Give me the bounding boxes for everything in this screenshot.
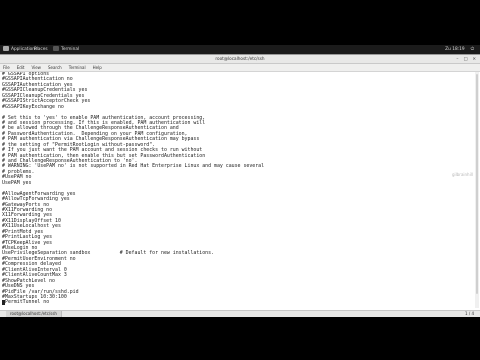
taskbar-window-item[interactable]: root@localhost:/etc/ssh bbox=[6, 311, 62, 317]
menu-terminal[interactable]: Terminal bbox=[69, 65, 86, 70]
watermark: gilbrainhill bbox=[452, 172, 473, 177]
window-titlebar[interactable]: root@localhost:/etc/ssh – □ ✕ bbox=[0, 55, 480, 64]
places-label: Places bbox=[34, 47, 48, 52]
terminal-icon bbox=[53, 46, 59, 51]
maximize-button[interactable]: □ bbox=[464, 56, 468, 61]
menu-search[interactable]: Search bbox=[48, 65, 62, 70]
terminal-label: Terminal bbox=[61, 47, 80, 52]
close-button[interactable]: ✕ bbox=[472, 56, 476, 61]
places-menu[interactable]: Places bbox=[34, 45, 48, 55]
screen: Applications Places Terminal Zu 18:19 ⏻ r… bbox=[0, 0, 480, 360]
terminal-window[interactable]: root@localhost:/etc/ssh – □ ✕ File Edit View… bbox=[0, 55, 480, 310]
terminal-app-menu[interactable]: Terminal bbox=[53, 45, 79, 55]
window-controls: – □ ✕ bbox=[451, 55, 476, 63]
menu-help[interactable]: Help bbox=[93, 65, 102, 70]
workspace-pager[interactable]: 1 / 4 bbox=[465, 311, 474, 317]
cursor-line: PermitTunnel no bbox=[5, 299, 50, 306]
workspace-label: 1 / 4 bbox=[465, 311, 474, 316]
menu-view[interactable]: View bbox=[31, 65, 41, 70]
top-panel: Applications Places Terminal Zu 18:19 ⏻ bbox=[0, 45, 480, 55]
menu-edit[interactable]: Edit bbox=[17, 65, 25, 70]
menu-file[interactable]: File bbox=[3, 65, 10, 70]
applications-icon bbox=[3, 46, 9, 51]
clock[interactable]: Zu 18:19 bbox=[445, 47, 464, 52]
scrollbar-thumb[interactable] bbox=[476, 74, 478, 294]
power-icon[interactable]: ⏻ bbox=[471, 47, 474, 52]
scrollbar[interactable] bbox=[475, 72, 479, 308]
applications-menu[interactable]: Applications bbox=[3, 45, 37, 55]
bottom-panel: root@localhost:/etc/ssh 1 / 4 bbox=[0, 310, 480, 317]
terminal-output[interactable]: # GSSAPI options #GSSAPIAuthentication n… bbox=[2, 72, 472, 308]
file-text: # GSSAPI options #GSSAPIAuthentication n… bbox=[2, 72, 265, 300]
minimize-button[interactable]: – bbox=[456, 56, 458, 61]
taskbar-item-label: root@localhost:/etc/ssh bbox=[10, 311, 57, 316]
window-title: root@localhost:/etc/ssh bbox=[215, 56, 265, 61]
system-tray[interactable]: Zu 18:19 ⏻ bbox=[439, 45, 474, 55]
menu-bar: File Edit View Search Terminal Help bbox=[0, 64, 480, 72]
